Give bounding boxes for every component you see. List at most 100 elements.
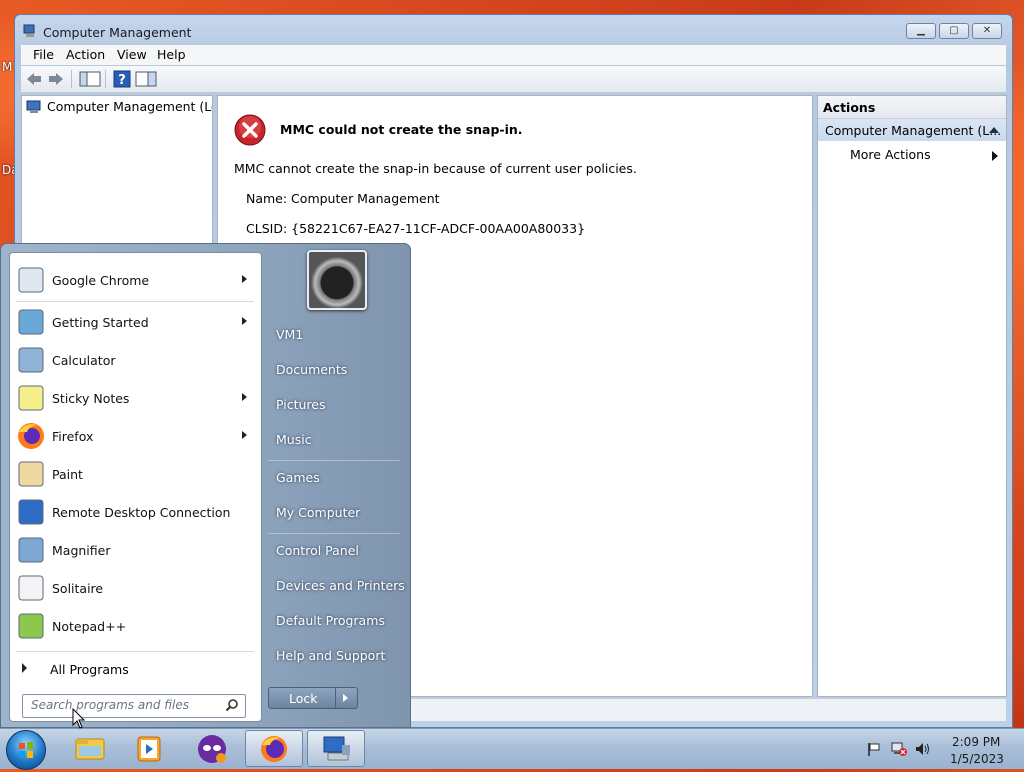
getting-started-icon — [18, 309, 44, 335]
actions-group-computer-management[interactable]: Computer Management (L... — [818, 119, 1006, 141]
desktop-icon-label: M — [2, 60, 13, 74]
program-item-remote-desktop-connection[interactable]: Remote Desktop Connection — [10, 494, 261, 530]
snapin-name: Name: Computer Management — [246, 191, 440, 206]
volume-icon[interactable] — [914, 741, 932, 757]
start-link-pictures[interactable]: Pictures — [276, 397, 326, 412]
start-link-games[interactable]: Games — [276, 470, 320, 485]
lock-split-divider — [335, 688, 336, 708]
forward-arrow-icon[interactable] — [47, 70, 65, 88]
computer-management-icon — [323, 736, 350, 761]
title-bar[interactable]: Computer Management ▁ ▢ ✕ — [15, 15, 1012, 47]
program-label: Sticky Notes — [52, 391, 130, 406]
program-item-sticky-notes[interactable]: Sticky Notes — [10, 380, 261, 416]
minimize-button[interactable]: ▁ — [906, 23, 936, 39]
svg-text:?: ? — [118, 73, 126, 88]
submenu-arrow-icon — [992, 151, 998, 161]
menu-bar: File Action View Help — [21, 45, 1006, 65]
media-player-icon — [137, 736, 161, 762]
close-icon: ✕ — [982, 25, 992, 36]
firefox-icon — [261, 736, 287, 762]
firefox-icon — [18, 423, 44, 449]
tree-item-label: Computer Management (Local — [47, 99, 212, 114]
submenu-arrow-icon[interactable] — [242, 317, 247, 325]
maximize-button[interactable]: ▢ — [939, 23, 969, 39]
start-link-music[interactable]: Music — [276, 432, 312, 447]
start-link-default-programs[interactable]: Default Programs — [276, 613, 385, 628]
sticky-notes-icon — [18, 385, 44, 411]
program-item-magnifier[interactable]: Magnifier — [10, 532, 261, 568]
action-center-flag-icon[interactable] — [866, 741, 882, 757]
taskbar-firefox[interactable] — [245, 730, 303, 767]
solitaire-icon — [18, 575, 44, 601]
more-actions[interactable]: More Actions — [850, 147, 931, 162]
taskbar-vpn-app[interactable] — [183, 730, 241, 767]
file-explorer-icon — [75, 738, 105, 760]
back-arrow-icon[interactable] — [25, 70, 43, 88]
program-item-solitaire[interactable]: Solitaire — [10, 570, 261, 606]
shutdown-options-arrow-icon[interactable] — [343, 694, 348, 702]
show-hide-console-tree-icon[interactable] — [79, 70, 101, 88]
vpn-mask-icon — [198, 735, 226, 763]
program-item-notepad[interactable]: Notepad++ — [10, 608, 261, 644]
error-message: MMC cannot create the snap-in because of… — [234, 161, 637, 176]
taskbar-computer-management[interactable] — [307, 730, 365, 767]
start-search-input[interactable]: Search programs and files — [22, 694, 246, 718]
network-disconnected-icon[interactable] — [890, 741, 908, 757]
mouse-cursor-icon — [72, 708, 86, 729]
computer-icon — [26, 100, 41, 113]
start-link-control-panel[interactable]: Control Panel — [276, 543, 359, 558]
start-link-vm1[interactable]: VM1 — [276, 327, 303, 342]
submenu-arrow-icon[interactable] — [242, 393, 247, 401]
start-link-help-and-support[interactable]: Help and Support — [276, 648, 385, 663]
menu-action[interactable]: Action — [66, 47, 105, 62]
user-account-picture[interactable] — [307, 250, 367, 310]
taskbar: 2:09 PM 1/5/2023 — [0, 728, 1024, 770]
start-menu-programs-pane: Google Chrome Getting Started Calculator St… — [9, 252, 262, 722]
lock-button[interactable]: Lock — [268, 687, 358, 709]
program-item-getting-started[interactable]: Getting Started — [10, 304, 261, 340]
close-button[interactable]: ✕ — [972, 23, 1002, 39]
search-icon[interactable] — [225, 698, 239, 712]
program-item-paint[interactable]: Paint — [10, 456, 261, 492]
program-item-google-chrome[interactable]: Google Chrome — [10, 262, 261, 298]
start-links-separator — [268, 533, 400, 534]
taskbar-media-player[interactable] — [121, 730, 179, 767]
toolbar: ? — [21, 66, 1006, 93]
menu-file[interactable]: File — [33, 47, 54, 62]
start-link-devices-and-printers[interactable]: Devices and Printers — [276, 578, 405, 593]
program-label: Magnifier — [52, 543, 111, 558]
calculator-icon — [18, 347, 44, 373]
maximize-icon: ▢ — [949, 25, 959, 36]
minimize-icon: ▁ — [917, 25, 925, 36]
clock-date[interactable]: 1/5/2023 — [950, 752, 1004, 766]
toolbar-separator — [71, 70, 72, 88]
program-label: Google Chrome — [52, 273, 150, 288]
actions-pane: Actions Computer Management (L... More A… — [817, 95, 1007, 697]
all-programs-button[interactable]: All Programs — [10, 655, 261, 681]
remote-desktop-icon — [18, 499, 44, 525]
menu-help[interactable]: Help — [157, 47, 186, 62]
program-item-firefox[interactable]: Firefox — [10, 418, 261, 454]
error-icon — [234, 114, 266, 146]
start-link-my-computer[interactable]: My Computer — [276, 505, 360, 520]
program-label: Remote Desktop Connection — [52, 505, 231, 520]
submenu-arrow-icon[interactable] — [242, 275, 247, 283]
help-icon[interactable]: ? — [113, 70, 131, 88]
paint-icon — [18, 461, 44, 487]
start-button[interactable] — [6, 730, 46, 770]
tree-item-computer-management[interactable]: Computer Management (Local — [26, 99, 212, 115]
lock-label: Lock — [289, 691, 318, 706]
start-link-documents[interactable]: Documents — [276, 362, 347, 377]
submenu-arrow-icon[interactable] — [242, 431, 247, 439]
windows-logo-icon — [19, 742, 33, 758]
show-hide-action-pane-icon[interactable] — [135, 70, 157, 88]
computer-management-icon — [23, 24, 35, 37]
toolbar-separator — [105, 70, 106, 88]
collapse-up-icon — [989, 127, 999, 133]
menu-view[interactable]: View — [117, 47, 147, 62]
pinned-separator — [16, 301, 254, 302]
taskbar-file-explorer[interactable] — [61, 730, 119, 767]
program-item-calculator[interactable]: Calculator — [10, 342, 261, 378]
clock-time[interactable]: 2:09 PM — [952, 735, 1000, 749]
programs-separator — [16, 651, 254, 652]
